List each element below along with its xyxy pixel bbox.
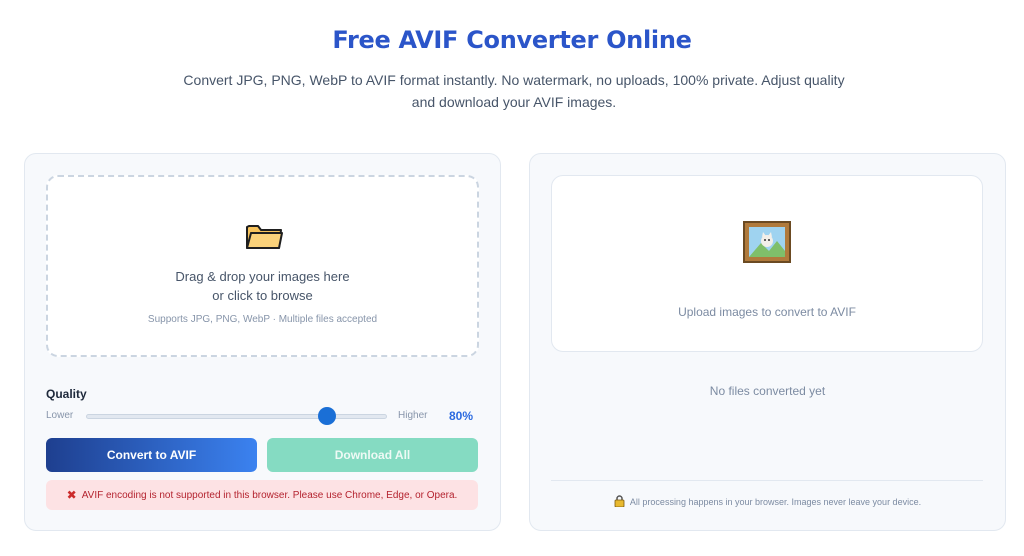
divider — [551, 480, 983, 481]
preview-placeholder-text: Upload images to convert to AVIF — [678, 305, 856, 319]
convert-to-avif-button[interactable]: Convert to AVIF — [46, 438, 257, 472]
quality-slider[interactable] — [86, 407, 387, 425]
dropzone-instruction: Drag & drop your images here — [175, 269, 350, 284]
page-subtitle: Convert JPG, PNG, WebP to AVIF format in… — [183, 72, 845, 110]
quality-slider-track — [86, 414, 387, 419]
quality-lower-label: Lower — [46, 410, 74, 421]
page-title: Free AVIF Converter Online — [332, 26, 692, 54]
quality-label: Quality — [46, 387, 87, 401]
quality-value: 80% — [449, 409, 474, 423]
x-mark-icon: ✖ — [66, 488, 77, 502]
dropzone-supported-formats: Supports JPG, PNG, WebP · Multiple files… — [147, 314, 378, 325]
preview-area: Upload images to convert to AVIF — [551, 175, 983, 352]
folder-icon — [246, 225, 283, 249]
quality-slider-thumb[interactable] — [317, 407, 336, 425]
results-empty-text: No files converted yet — [709, 384, 826, 398]
dropzone-browse-text: or click to browse — [212, 288, 313, 303]
converter-panel: Drag & drop your images here or click to… — [24, 153, 501, 531]
upload-dropzone[interactable]: Drag & drop your images here or click to… — [46, 175, 479, 357]
download-all-button[interactable]: Download All — [267, 438, 478, 472]
results-panel: Upload images to convert to AVIF No file… — [529, 153, 1006, 531]
error-text: AVIF encoding is not supported in this b… — [81, 489, 458, 501]
framed-picture-icon — [743, 221, 791, 263]
privacy-note: All processing happens in your browser. … — [530, 495, 1005, 507]
lock-icon — [614, 495, 625, 507]
error-message: ✖ AVIF encoding is not supported in this… — [46, 480, 478, 510]
quality-higher-label: Higher — [398, 410, 428, 421]
privacy-text: All processing happens in your browser. … — [629, 497, 922, 507]
